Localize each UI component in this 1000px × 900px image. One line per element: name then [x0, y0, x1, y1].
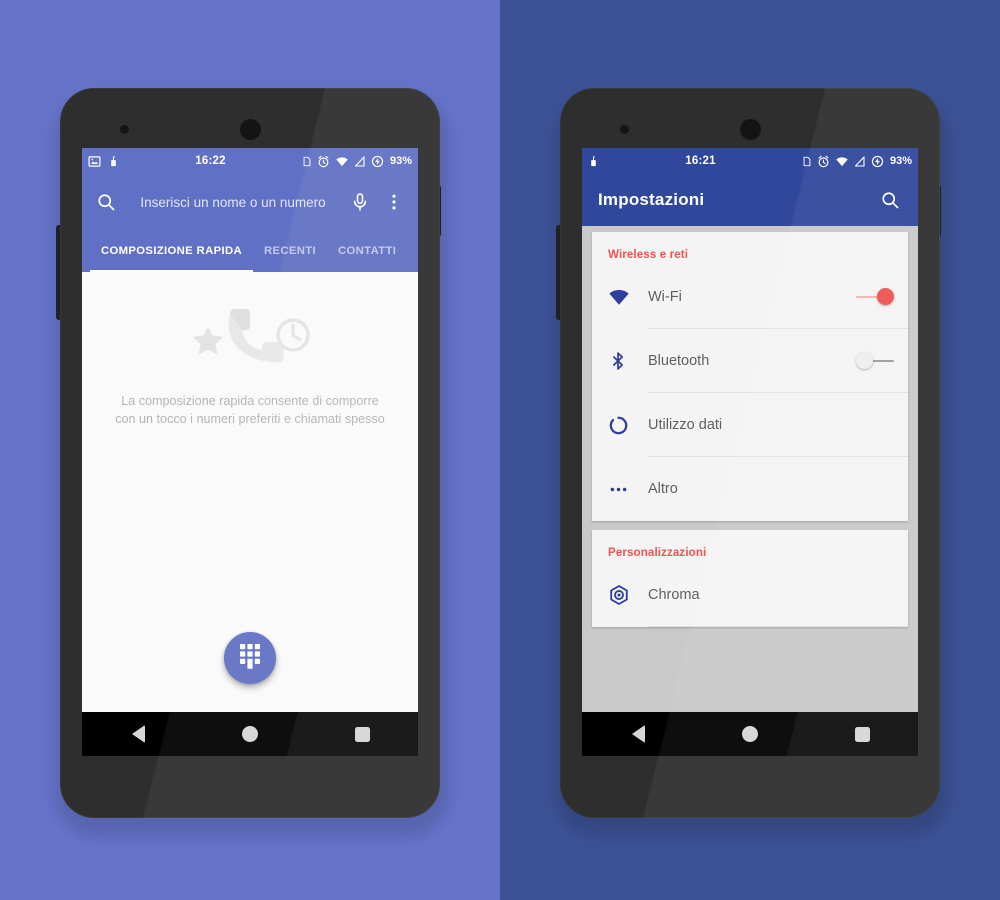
settings-row-altro[interactable]: Altro — [592, 457, 908, 521]
signal-icon — [354, 155, 366, 168]
clock-icon — [276, 318, 310, 352]
navigation-bar-settings — [582, 712, 918, 756]
section-header-personalizzazioni: Personalizzazioni — [608, 546, 707, 559]
status-bar-settings: 16:21 93% — [582, 148, 918, 174]
settings-section-wireless: Wireless e reti Wi-Fi Bluetooth Utilizzo… — [592, 232, 908, 521]
status-bar-left-icons — [88, 155, 119, 168]
screenshot-stage: 16:22 93% Inserisci un nome o un numero … — [0, 0, 1000, 900]
navigation-bar-dialer — [82, 712, 418, 756]
more-vert-icon[interactable] — [382, 190, 406, 214]
dialer-content: La composizione rapida consente di compo… — [82, 272, 418, 712]
speed-dial-empty-message: La composizione rapida consente di compo… — [115, 394, 385, 426]
front-camera-icon — [240, 119, 261, 140]
phone-device-dialer: 16:22 93% Inserisci un nome o un numero … — [60, 88, 440, 818]
section-header-wireless: Wireless e reti — [608, 248, 689, 261]
status-bar-right-icons: 93% — [802, 155, 912, 168]
status-bar-right-icons: 93% — [302, 155, 412, 168]
wifi-icon — [335, 155, 349, 168]
tab-contatti[interactable]: CONTATTI — [327, 230, 407, 272]
settings-row-label: Chroma — [648, 586, 700, 603]
settings-row-utilizzo-dati[interactable]: Utilizzo dati — [592, 393, 908, 457]
page-title: Impostazioni — [598, 190, 705, 209]
wifi-toggle[interactable] — [856, 288, 894, 306]
wifi-icon — [835, 155, 849, 168]
settings-section-personalizzazioni: Personalizzazioni Chroma — [592, 530, 908, 627]
dialpad-fab-button[interactable] — [224, 632, 276, 684]
status-bar-clock-wrap: 16:21 — [599, 155, 802, 167]
recents-icon[interactable] — [836, 712, 888, 756]
sim-card-icon — [802, 155, 812, 168]
phone-device-settings: 16:21 93% Impostazioni Wireless e reti W… — [560, 88, 940, 818]
search-icon[interactable] — [878, 188, 902, 212]
battery-percent-label: 93% — [889, 155, 912, 167]
charging-icon — [371, 155, 384, 168]
chroma-gear-icon — [608, 584, 648, 606]
search-icon[interactable] — [94, 190, 118, 214]
speed-dial-empty-art — [175, 302, 325, 387]
bluetooth-icon — [608, 350, 648, 372]
wifi-icon — [608, 286, 648, 308]
screenshot-icon — [88, 155, 101, 168]
settings-row-chroma[interactable]: Chroma — [592, 563, 908, 627]
charging-icon — [871, 155, 884, 168]
vibrate-icon — [588, 155, 599, 168]
battery-percent-label: 93% — [389, 155, 412, 167]
back-icon[interactable] — [612, 712, 664, 756]
back-icon[interactable] — [112, 712, 164, 756]
settings-row-label: Bluetooth — [648, 352, 710, 369]
settings-row-wifi[interactable]: Wi-Fi — [592, 265, 908, 329]
tab-recenti[interactable]: RECENTI — [253, 230, 327, 272]
data-usage-icon — [608, 415, 648, 436]
signal-icon — [854, 155, 866, 168]
screen-dialer: 16:22 93% Inserisci un nome o un numero … — [82, 148, 418, 756]
microphone-icon[interactable] — [348, 190, 372, 214]
status-bar-left-icons — [588, 155, 599, 168]
dialer-search-bar: Inserisci un nome o un numero — [82, 174, 418, 230]
status-bar-clock-wrap: 16:22 — [119, 155, 302, 167]
settings-app-bar: Impostazioni — [582, 174, 918, 226]
bluetooth-toggle[interactable] — [856, 352, 894, 370]
proximity-sensor-icon — [120, 125, 129, 134]
settings-row-label: Altro — [648, 481, 678, 497]
tab-composizione-rapida[interactable]: COMPOSIZIONE RAPIDA — [90, 230, 253, 272]
search-input[interactable]: Inserisci un nome o un numero — [128, 195, 338, 210]
sim-card-icon — [302, 155, 312, 168]
proximity-sensor-icon — [620, 125, 629, 134]
star-icon — [193, 326, 223, 355]
settings-row-label: Utilizzo dati — [648, 416, 723, 433]
dialpad-icon — [239, 643, 261, 674]
recents-icon[interactable] — [336, 712, 388, 756]
phone-handset-icon — [228, 309, 284, 363]
front-camera-icon — [740, 119, 761, 140]
alarm-icon — [817, 155, 830, 168]
settings-list[interactable]: Wireless e reti Wi-Fi Bluetooth Utilizzo… — [582, 226, 918, 712]
vibrate-icon — [108, 155, 119, 168]
home-icon[interactable] — [724, 712, 776, 756]
screen-settings: 16:21 93% Impostazioni Wireless e reti W… — [582, 148, 918, 756]
status-bar-time: 16:22 — [195, 155, 226, 167]
dialer-tabbar: COMPOSIZIONE RAPIDA RECENTI CONTATTI — [82, 230, 418, 272]
status-bar-dialer: 16:22 93% — [82, 148, 418, 174]
settings-row-label: Wi-Fi — [648, 288, 682, 305]
more-horiz-icon — [608, 479, 648, 500]
home-icon[interactable] — [224, 712, 276, 756]
settings-row-bluetooth[interactable]: Bluetooth — [592, 329, 908, 393]
status-bar-time: 16:21 — [685, 155, 716, 167]
alarm-icon — [317, 155, 330, 168]
